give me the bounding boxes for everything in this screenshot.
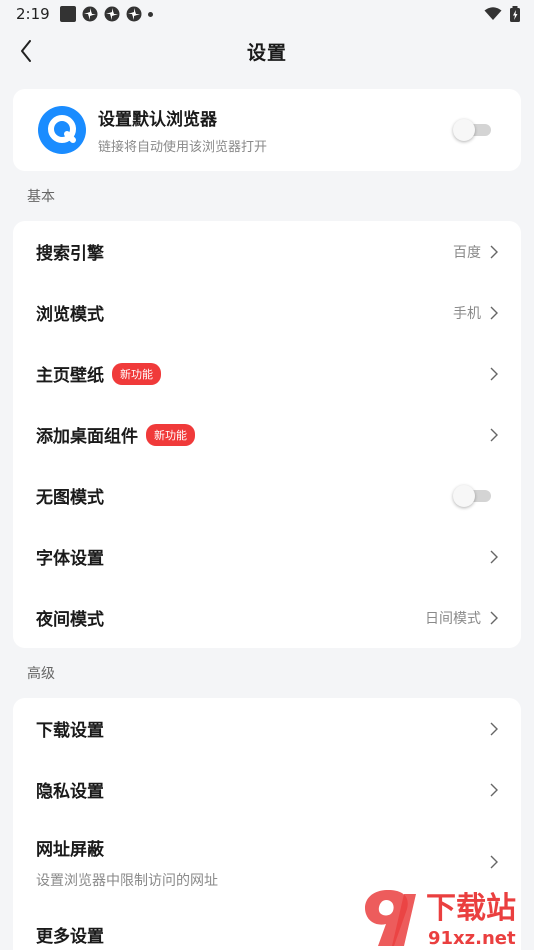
row-label: 浏览模式 xyxy=(36,305,104,325)
search-engine-value: 百度 xyxy=(453,244,481,261)
chevron-right-icon xyxy=(489,549,499,565)
chevron-right-icon xyxy=(489,721,499,737)
wifi-icon xyxy=(484,7,502,20)
row-label: 更多设置 xyxy=(36,927,104,947)
page-title: 设置 xyxy=(246,41,287,64)
night-mode-value: 日间模式 xyxy=(425,610,481,627)
browser-logo-icon xyxy=(38,106,86,154)
pinwheel-icon xyxy=(126,6,142,22)
battery-charging-icon xyxy=(510,6,520,22)
notification-icons xyxy=(59,6,153,22)
back-button[interactable] xyxy=(14,36,38,66)
add-desktop-widget-row[interactable]: 添加桌面组件 新功能 xyxy=(13,404,521,465)
privacy-settings-row[interactable]: 隐私设置 xyxy=(13,759,521,820)
chevron-right-icon xyxy=(489,610,499,626)
basic-settings-card: 搜索引擎 百度 浏览模式 手机 主页壁纸 新功能 添加桌面组件 新功能 无图模式… xyxy=(13,221,521,648)
chevron-right-icon xyxy=(489,366,499,382)
night-mode-row[interactable]: 夜间模式 日间模式 xyxy=(13,587,521,648)
default-browser-card[interactable]: 设置默认浏览器 链接将自动使用该浏览器打开 xyxy=(13,89,521,171)
pinwheel-icon xyxy=(104,6,120,22)
home-wallpaper-row[interactable]: 主页壁纸 新功能 xyxy=(13,343,521,404)
row-label: 网址屏蔽 xyxy=(36,839,104,860)
row-label: 主页壁纸 xyxy=(36,366,104,386)
chevron-right-icon xyxy=(489,305,499,321)
default-browser-toggle[interactable] xyxy=(453,119,491,141)
section-label-advanced: 高级 xyxy=(27,666,55,682)
chevron-left-icon xyxy=(21,40,31,62)
new-feature-badge: 新功能 xyxy=(112,362,161,385)
row-label: 隐私设置 xyxy=(36,782,104,802)
font-settings-row[interactable]: 字体设置 xyxy=(13,526,521,587)
system-status xyxy=(484,6,520,22)
new-feature-badge: 新功能 xyxy=(146,423,195,446)
row-label: 无图模式 xyxy=(36,488,104,508)
section-label-basic: 基本 xyxy=(27,189,55,205)
default-browser-title: 设置默认浏览器 xyxy=(98,110,217,130)
notification-square-icon xyxy=(59,6,76,22)
browse-mode-row[interactable]: 浏览模式 手机 xyxy=(13,282,521,343)
no-image-mode-row: 无图模式 xyxy=(13,465,521,526)
download-settings-row[interactable]: 下载设置 xyxy=(13,698,521,759)
watermark-brand: 下载站 xyxy=(426,891,516,926)
chevron-right-icon xyxy=(489,244,499,260)
url-block-subtitle: 设置浏览器中限制访问的网址 xyxy=(36,872,218,889)
search-engine-row[interactable]: 搜索引擎 百度 xyxy=(13,221,521,282)
status-bar: 2:19 xyxy=(0,0,534,28)
row-label: 字体设置 xyxy=(36,549,104,569)
chevron-right-icon xyxy=(489,427,499,443)
row-label: 搜索引擎 xyxy=(36,244,104,264)
default-browser-text: 设置默认浏览器 链接将自动使用该浏览器打开 xyxy=(98,105,267,155)
row-label: 添加桌面组件 xyxy=(36,427,138,447)
chevron-right-icon xyxy=(489,782,499,798)
chevron-right-icon xyxy=(489,854,499,870)
title-bar: 设置 xyxy=(0,28,534,74)
more-notifications-dot-icon xyxy=(147,11,153,17)
site-watermark-logo: 下载站 91xz.net xyxy=(364,890,516,949)
browse-mode-value: 手机 xyxy=(453,305,481,322)
no-image-mode-toggle[interactable] xyxy=(453,484,491,507)
row-label: 下载设置 xyxy=(36,721,104,741)
watermark-domain: 91xz.net xyxy=(428,928,516,949)
row-label: 夜间模式 xyxy=(36,610,104,630)
default-browser-subtitle: 链接将自动使用该浏览器打开 xyxy=(98,140,268,155)
status-time: 2:19 xyxy=(16,5,50,23)
pinwheel-icon xyxy=(82,6,98,22)
